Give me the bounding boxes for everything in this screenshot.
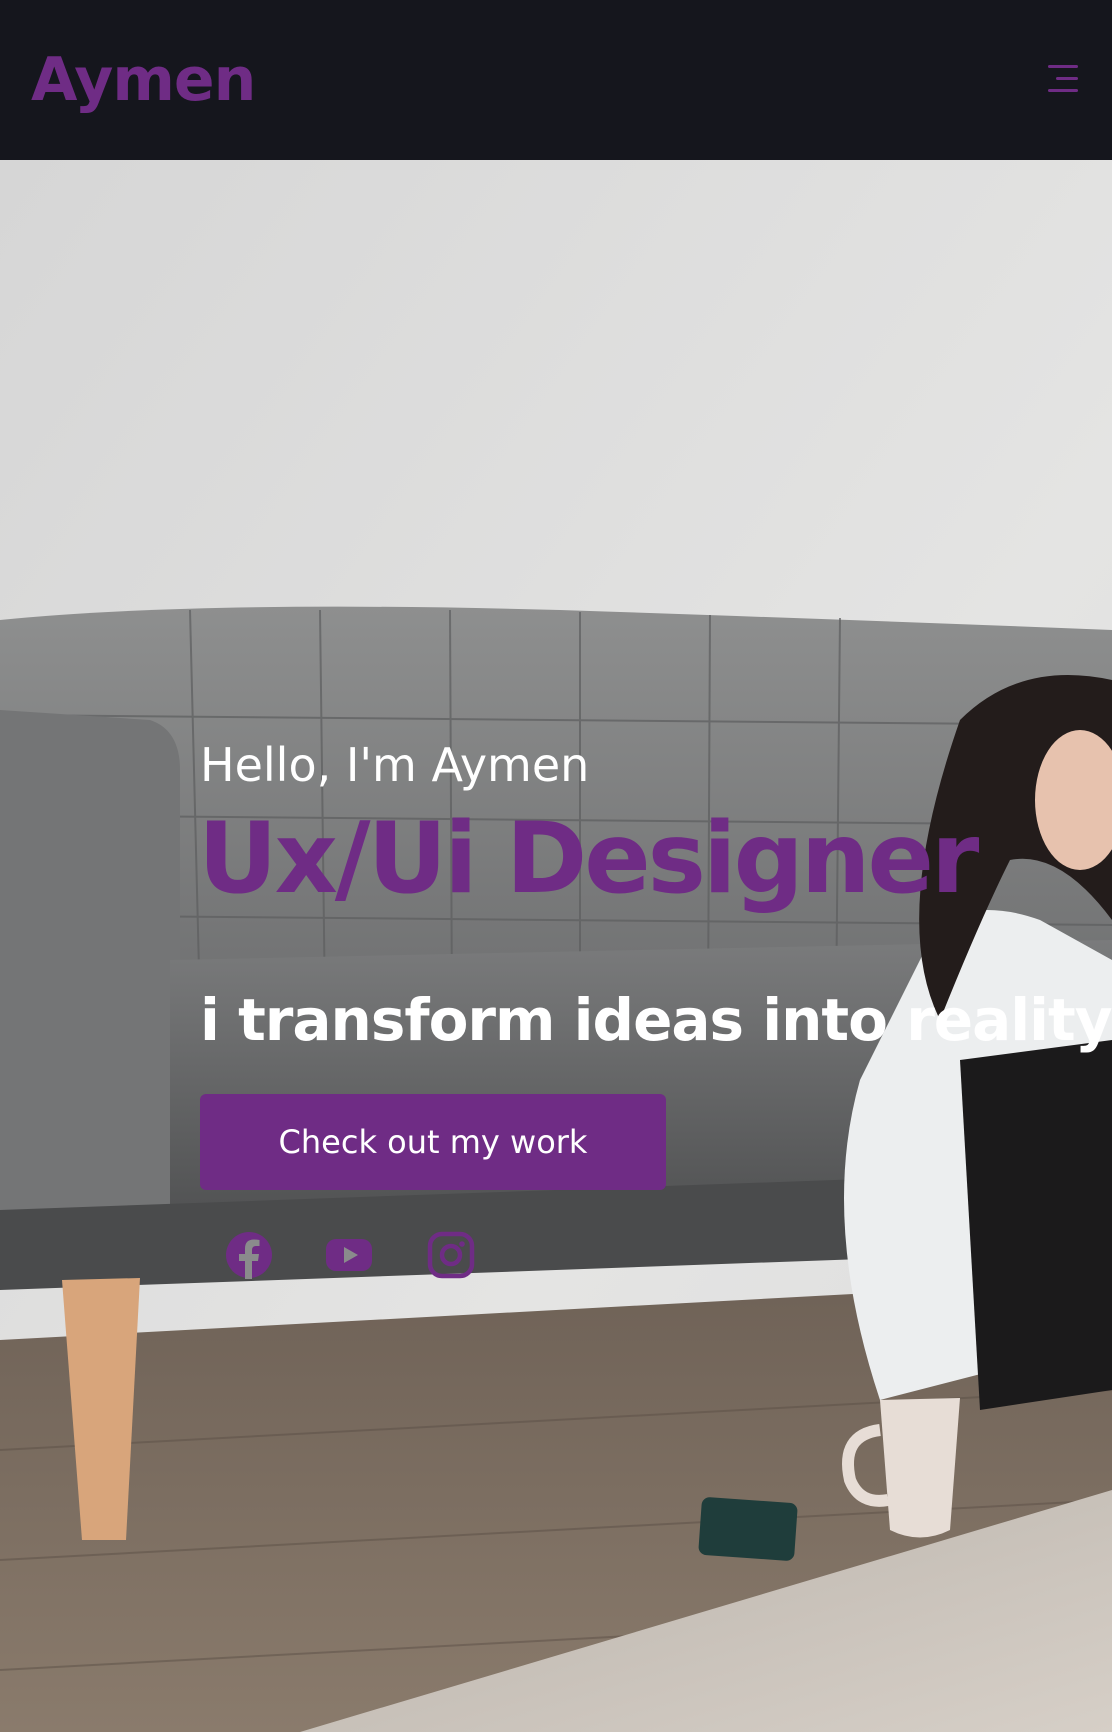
check-out-work-button[interactable]: Check out my work (200, 1094, 666, 1190)
youtube-icon[interactable] (324, 1230, 374, 1280)
instagram-icon[interactable] (426, 1230, 476, 1280)
menu-bar (1048, 65, 1078, 68)
hero-section: Hello, I'm Aymen Ux/Ui Designer i transf… (0, 160, 1112, 1732)
menu-bar (1056, 77, 1078, 80)
hero-background-photo (0, 160, 1112, 1732)
hero-greeting: Hello, I'm Aymen (200, 738, 590, 792)
facebook-icon[interactable] (224, 1230, 274, 1280)
hero-tagline: i transform ideas into reality (200, 986, 1112, 1054)
logo[interactable]: Aymen (31, 44, 256, 116)
hamburger-menu-icon[interactable] (1038, 61, 1078, 97)
site-header: Aymen (0, 0, 1112, 160)
menu-bar (1048, 89, 1078, 92)
hero-role-title: Ux/Ui Designer (198, 802, 979, 916)
